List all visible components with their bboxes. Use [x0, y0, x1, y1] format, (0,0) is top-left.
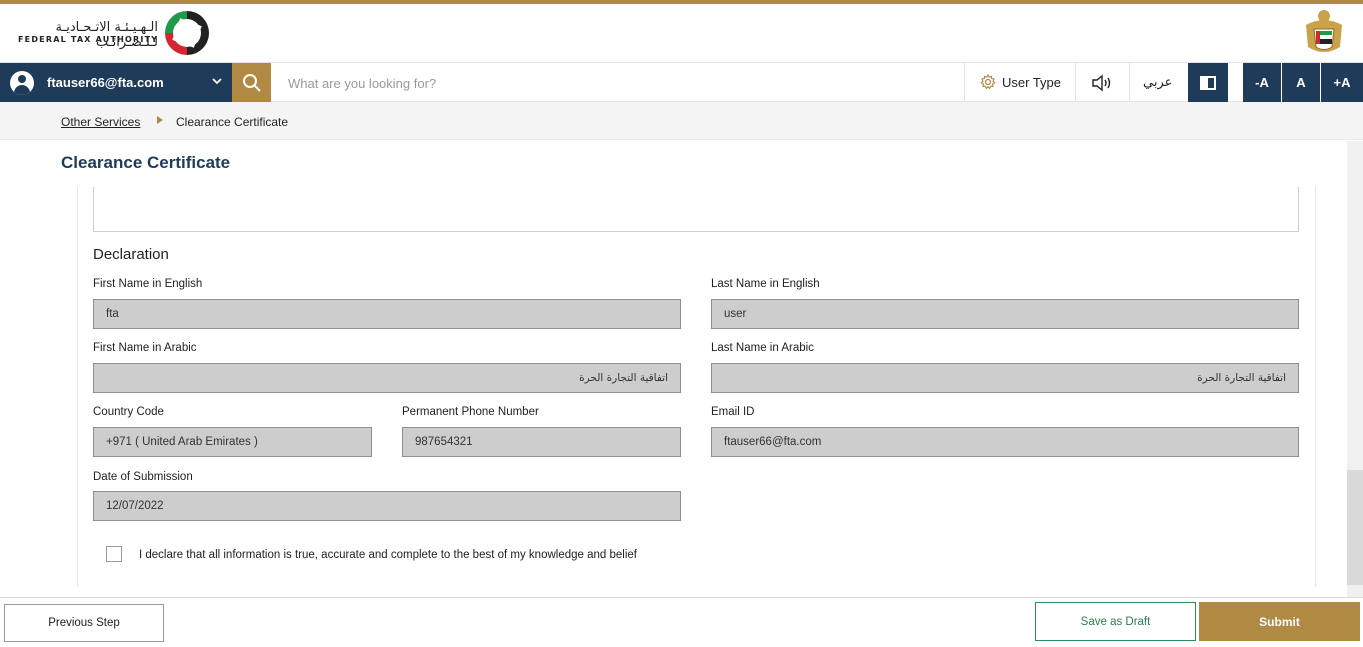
- save-draft-button[interactable]: Save as Draft: [1035, 602, 1196, 641]
- previous-section-textarea[interactable]: [93, 187, 1299, 232]
- uae-emblem-icon: [1306, 10, 1342, 52]
- last-name-english-field[interactable]: user: [711, 299, 1299, 329]
- font-normal-button[interactable]: A: [1282, 63, 1320, 103]
- country-code-field[interactable]: +971 ( United Arab Emirates ): [93, 427, 372, 457]
- phone-number-label: Permanent Phone Number: [402, 406, 539, 418]
- last-name-english-label: Last Name in English: [711, 278, 820, 290]
- search-input[interactable]: [276, 69, 956, 97]
- nav-divider: [964, 63, 965, 103]
- logo-english-text: FEDERAL TAX AUTHORITY: [18, 35, 159, 44]
- last-name-arabic-field[interactable]: اتفاقية التجارة الحرة: [711, 363, 1299, 393]
- gear-icon: [980, 73, 996, 90]
- submission-date-label: Date of Submission: [93, 471, 193, 483]
- page-title: Clearance Certificate: [61, 153, 231, 172]
- declaration-checkbox-label: I declare that all information is true, …: [139, 549, 637, 561]
- user-email: ftauser66@fta.com: [47, 75, 164, 90]
- submission-date-field[interactable]: 12/07/2022: [93, 491, 681, 521]
- search-icon: [243, 74, 261, 92]
- first-name-english-label: First Name in English: [93, 278, 203, 290]
- user-avatar-icon: [10, 71, 34, 95]
- nav-divider: [1129, 63, 1130, 103]
- fta-logo-icon: [165, 11, 209, 55]
- chevron-down-icon: [212, 78, 222, 85]
- last-name-arabic-label: Last Name in Arabic: [711, 342, 814, 354]
- user-account-dropdown[interactable]: ftauser66@fta.com: [0, 63, 232, 103]
- declaration-title: Declaration: [93, 246, 169, 263]
- country-code-label: Country Code: [93, 406, 164, 418]
- user-type-button[interactable]: User Type: [980, 73, 1062, 90]
- email-field[interactable]: ftauser66@fta.com: [711, 427, 1299, 457]
- font-decrease-button[interactable]: -A: [1243, 63, 1281, 103]
- nav-divider: [1075, 63, 1076, 103]
- user-type-label: User Type: [1002, 75, 1062, 90]
- submit-button[interactable]: Submit: [1199, 602, 1360, 641]
- top-navbar: ftauser66@fta.com User Type عربي -A A +A: [0, 62, 1363, 103]
- previous-step-button[interactable]: Previous Step: [4, 604, 164, 642]
- first-name-arabic-field[interactable]: اتفاقية التجارة الحرة: [93, 363, 681, 393]
- scrollbar-thumb[interactable]: [1347, 470, 1363, 585]
- breadcrumb-arrow-icon: [157, 116, 163, 124]
- breadcrumb-current: Clearance Certificate: [176, 115, 289, 129]
- search-button[interactable]: [232, 63, 271, 103]
- breadcrumb: Other Services Clearance Certificate: [0, 102, 1363, 140]
- contrast-toggle-button[interactable]: [1188, 63, 1228, 103]
- first-name-english-field[interactable]: fta: [93, 299, 681, 329]
- font-increase-button[interactable]: +A: [1321, 63, 1363, 103]
- speaker-icon[interactable]: [1091, 74, 1113, 92]
- arabic-language-link[interactable]: عربي: [1143, 75, 1172, 90]
- email-label: Email ID: [711, 406, 755, 418]
- phone-number-field[interactable]: 987654321: [402, 427, 681, 457]
- declaration-checkbox[interactable]: [106, 546, 122, 562]
- site-header: الـهـيـئـة الاتـحـاديـة لـلـضـرائـب FEDE…: [0, 4, 1363, 62]
- first-name-arabic-label: First Name in Arabic: [93, 342, 197, 354]
- contrast-icon: [1200, 76, 1216, 90]
- breadcrumb-other-services[interactable]: Other Services: [61, 115, 140, 129]
